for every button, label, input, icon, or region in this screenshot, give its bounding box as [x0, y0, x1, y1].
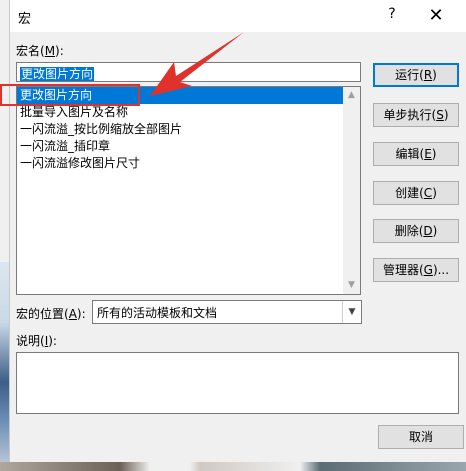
macro-list[interactable]: 更改图片方向 批量导入图片及名称 一闪流溢_按比例缩放全部图片 一闪流溢_插印章 一闪流…	[16, 86, 361, 295]
location-label: 宏的位置(A):	[16, 307, 86, 321]
macro-list-items: 更改图片方向 批量导入图片及名称 一闪流溢_按比例缩放全部图片 一闪流溢_插印章 一闪流…	[17, 87, 343, 294]
macro-list-item[interactable]: 批量导入图片及名称	[17, 104, 343, 121]
title-bar: 宏 ? ✕	[10, 0, 466, 32]
annotation-highlight-box	[0, 84, 140, 106]
cancel-button[interactable]: 取消	[378, 425, 464, 449]
macro-name-input[interactable]: 更改图片方向	[16, 62, 361, 82]
dialog-title: 宏	[18, 12, 32, 27]
macro-location-select[interactable]: 所有的活动模板和文档 ▼	[92, 300, 362, 324]
run-button[interactable]: 运行(R)	[373, 63, 459, 87]
macro-name-label: 宏名(M):	[16, 44, 64, 58]
background-document	[0, 262, 9, 471]
create-button[interactable]: 创建(C)	[373, 181, 459, 205]
step-button[interactable]: 单步执行(S)	[373, 103, 459, 127]
macro-list-item[interactable]: 一闪流溢修改图片尺寸	[17, 155, 343, 172]
background-images	[0, 462, 466, 471]
scroll-down-icon[interactable]: ▼	[343, 277, 360, 294]
edit-button[interactable]: 编辑(E)	[373, 142, 459, 166]
macro-list-item[interactable]: 一闪流溢_插印章	[17, 138, 343, 155]
description-box	[16, 352, 459, 414]
location-value: 所有的活动模板和文档	[97, 306, 218, 320]
delete-button[interactable]: 删除(D)	[373, 219, 459, 243]
help-button[interactable]: ?	[380, 6, 404, 26]
close-button[interactable]: ✕	[422, 4, 450, 28]
organizer-button[interactable]: 管理器(G)...	[373, 258, 459, 282]
chevron-down-icon[interactable]: ▼	[342, 301, 361, 323]
macro-name-value: 更改图片方向	[20, 67, 95, 81]
description-label: 说明(I):	[16, 334, 57, 348]
scroll-up-icon[interactable]: ▲	[343, 87, 360, 104]
macro-list-item[interactable]: 一闪流溢_按比例缩放全部图片	[17, 121, 343, 138]
list-scrollbar[interactable]: ▲ ▼	[343, 87, 360, 294]
macro-dialog: 宏 ? ✕ 宏名(M): 更改图片方向 更改图片方向 批量导入图片及名称 一闪流溢_…	[9, 0, 466, 462]
